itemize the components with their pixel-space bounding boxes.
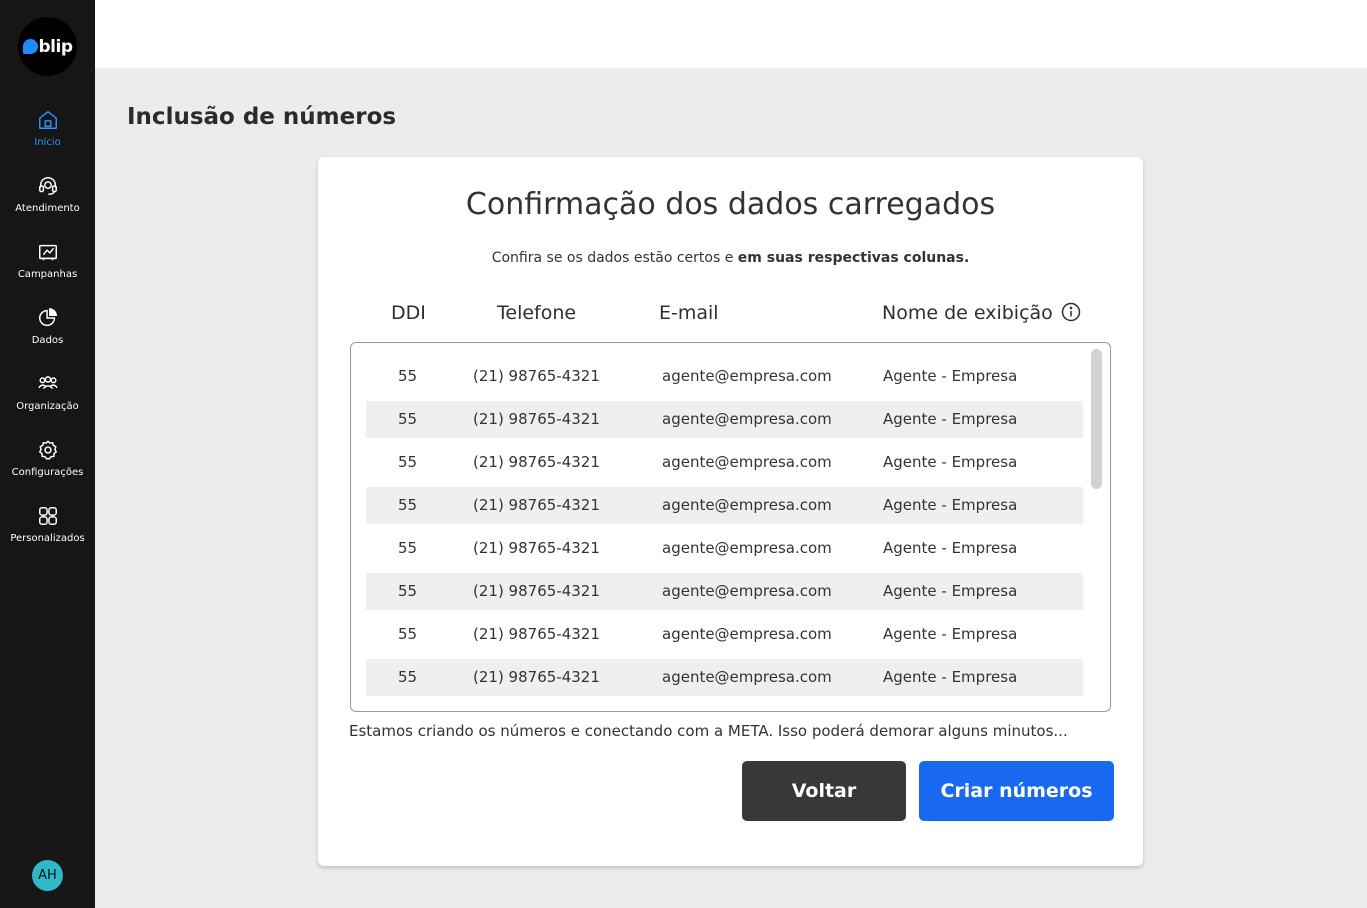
page-title: Inclusão de números: [127, 104, 397, 130]
megaphone-icon: [38, 244, 57, 261]
cell-phone: (21) 98765-4321: [473, 582, 600, 600]
cell-email: agente@empresa.com: [662, 582, 832, 600]
sidebar-item-campanhas[interactable]: Campanhas: [0, 241, 95, 291]
cell-ddi: 55: [398, 367, 418, 385]
cell-display-name: Agente - Empresa: [883, 539, 1018, 557]
subtitle-regular: Confira se os dados estão certos e: [491, 250, 738, 266]
column-header-phone: Telefone: [497, 302, 577, 324]
cell-display-name: Agente - Empresa: [883, 410, 1018, 428]
sidebar-item-atendimento[interactable]: Atendimento: [0, 175, 95, 225]
sidebar-item-label: Campanhas: [17, 269, 78, 280]
cell-phone: (21) 98765-4321: [473, 668, 600, 686]
sidebar-item-dados[interactable]: Dados: [0, 307, 95, 357]
cell-phone: (21) 98765-4321: [473, 496, 600, 514]
cell-ddi: 55: [398, 496, 418, 514]
cell-display-name: Agente - Empresa: [883, 367, 1018, 385]
cell-email: agente@empresa.com: [662, 668, 832, 686]
cell-display-name: Agente - Empresa: [883, 496, 1018, 514]
data-table[interactable]: 55 (21) 98765-4321 agente@empresa.com Ag…: [350, 342, 1111, 712]
sidebar-item-inicio[interactable]: Início: [0, 109, 95, 159]
sidebar-item-label: Atendimento: [15, 203, 80, 214]
table-row: 55 (21) 98765-4321 agente@empresa.com Ag…: [366, 573, 1083, 610]
subtitle-bold: em suas respectivas colunas.: [737, 250, 970, 266]
people-icon: [37, 376, 58, 390]
cell-phone: (21) 98765-4321: [473, 625, 600, 643]
cell-display-name: Agente - Empresa: [883, 582, 1018, 600]
table-row: 55 (21) 98765-4321 agente@empresa.com Ag…: [366, 530, 1083, 567]
gear-icon: [38, 440, 57, 460]
grid-icon: [38, 507, 57, 525]
cell-phone: (21) 98765-4321: [473, 453, 600, 471]
sidebar-item-label: Início: [34, 137, 61, 148]
sidebar: blip Início Atendimento Campanhas Dados …: [0, 0, 95, 908]
table-row: 55 (21) 98765-4321 agente@empresa.com Ag…: [366, 616, 1083, 653]
logo-text: blip: [38, 36, 74, 57]
chat-bubble-icon: [22, 39, 38, 54]
cell-ddi: 55: [398, 453, 418, 471]
cell-email: agente@empresa.com: [662, 496, 832, 514]
cell-ddi: 55: [398, 582, 418, 600]
cell-email: agente@empresa.com: [662, 539, 832, 557]
card-subtitle: Confira se os dados estão certos e em su…: [318, 250, 1143, 266]
sidebar-item-label: Personalizados: [10, 533, 85, 544]
column-header-ddi: DDI: [391, 302, 426, 324]
column-header-display-name-label: Nome de exibição: [882, 302, 1053, 324]
table-row: 55 (21) 98765-4321 agente@empresa.com Ag…: [366, 487, 1083, 524]
cell-display-name: Agente - Empresa: [883, 625, 1018, 643]
column-header-display-name: Nome de exibição: [882, 302, 1081, 324]
back-button[interactable]: Voltar: [742, 761, 906, 821]
sidebar-item-organizacao[interactable]: Organização: [0, 373, 95, 423]
pie-chart-icon: [38, 308, 57, 327]
confirmation-card: Confirmação dos dados carregados Confira…: [318, 157, 1143, 866]
cell-email: agente@empresa.com: [662, 410, 832, 428]
table-row: 55 (21) 98765-4321 agente@empresa.com Ag…: [366, 401, 1083, 438]
table-scrollbar[interactable]: [1091, 349, 1102, 489]
cell-ddi: 55: [398, 668, 418, 686]
home-icon: [38, 111, 57, 129]
cell-ddi: 55: [398, 539, 418, 557]
sidebar-item-personalizados[interactable]: Personalizados: [0, 505, 95, 555]
cell-email: agente@empresa.com: [662, 367, 832, 385]
headset-icon: [38, 177, 57, 195]
status-message: Estamos criando os números e conectando …: [349, 722, 1068, 740]
table-row: 55 (21) 98765-4321 agente@empresa.com Ag…: [366, 358, 1083, 395]
cell-ddi: 55: [398, 625, 418, 643]
main-content: Inclusão de números Confirmação dos dado…: [95, 68, 1367, 908]
sidebar-item-configuracoes[interactable]: Configurações: [0, 439, 95, 489]
create-numbers-button[interactable]: Criar números: [919, 761, 1114, 821]
cell-phone: (21) 98765-4321: [473, 539, 600, 557]
cell-display-name: Agente - Empresa: [883, 453, 1018, 471]
avatar[interactable]: AH: [32, 860, 63, 891]
cell-phone: (21) 98765-4321: [473, 410, 600, 428]
cell-phone: (21) 98765-4321: [473, 367, 600, 385]
table-row: 55 (21) 98765-4321 agente@empresa.com Ag…: [366, 659, 1083, 696]
sidebar-item-label: Dados: [31, 335, 64, 346]
cell-display-name: Agente - Empresa: [883, 668, 1018, 686]
sidebar-item-label: Organização: [16, 401, 79, 412]
top-bar: [95, 0, 1367, 68]
cell-email: agente@empresa.com: [662, 625, 832, 643]
logo-mark: blip: [22, 36, 74, 57]
info-icon[interactable]: [1061, 302, 1081, 322]
cell-email: agente@empresa.com: [662, 453, 832, 471]
blip-logo[interactable]: blip: [18, 17, 77, 76]
app-root: blip Início Atendimento Campanhas Dados …: [0, 0, 1367, 908]
cell-ddi: 55: [398, 410, 418, 428]
table-row: 55 (21) 98765-4321 agente@empresa.com Ag…: [366, 444, 1083, 481]
column-header-email: E-mail: [659, 302, 719, 324]
sidebar-item-label: Configurações: [11, 467, 84, 478]
card-title: Confirmação dos dados carregados: [465, 187, 996, 222]
